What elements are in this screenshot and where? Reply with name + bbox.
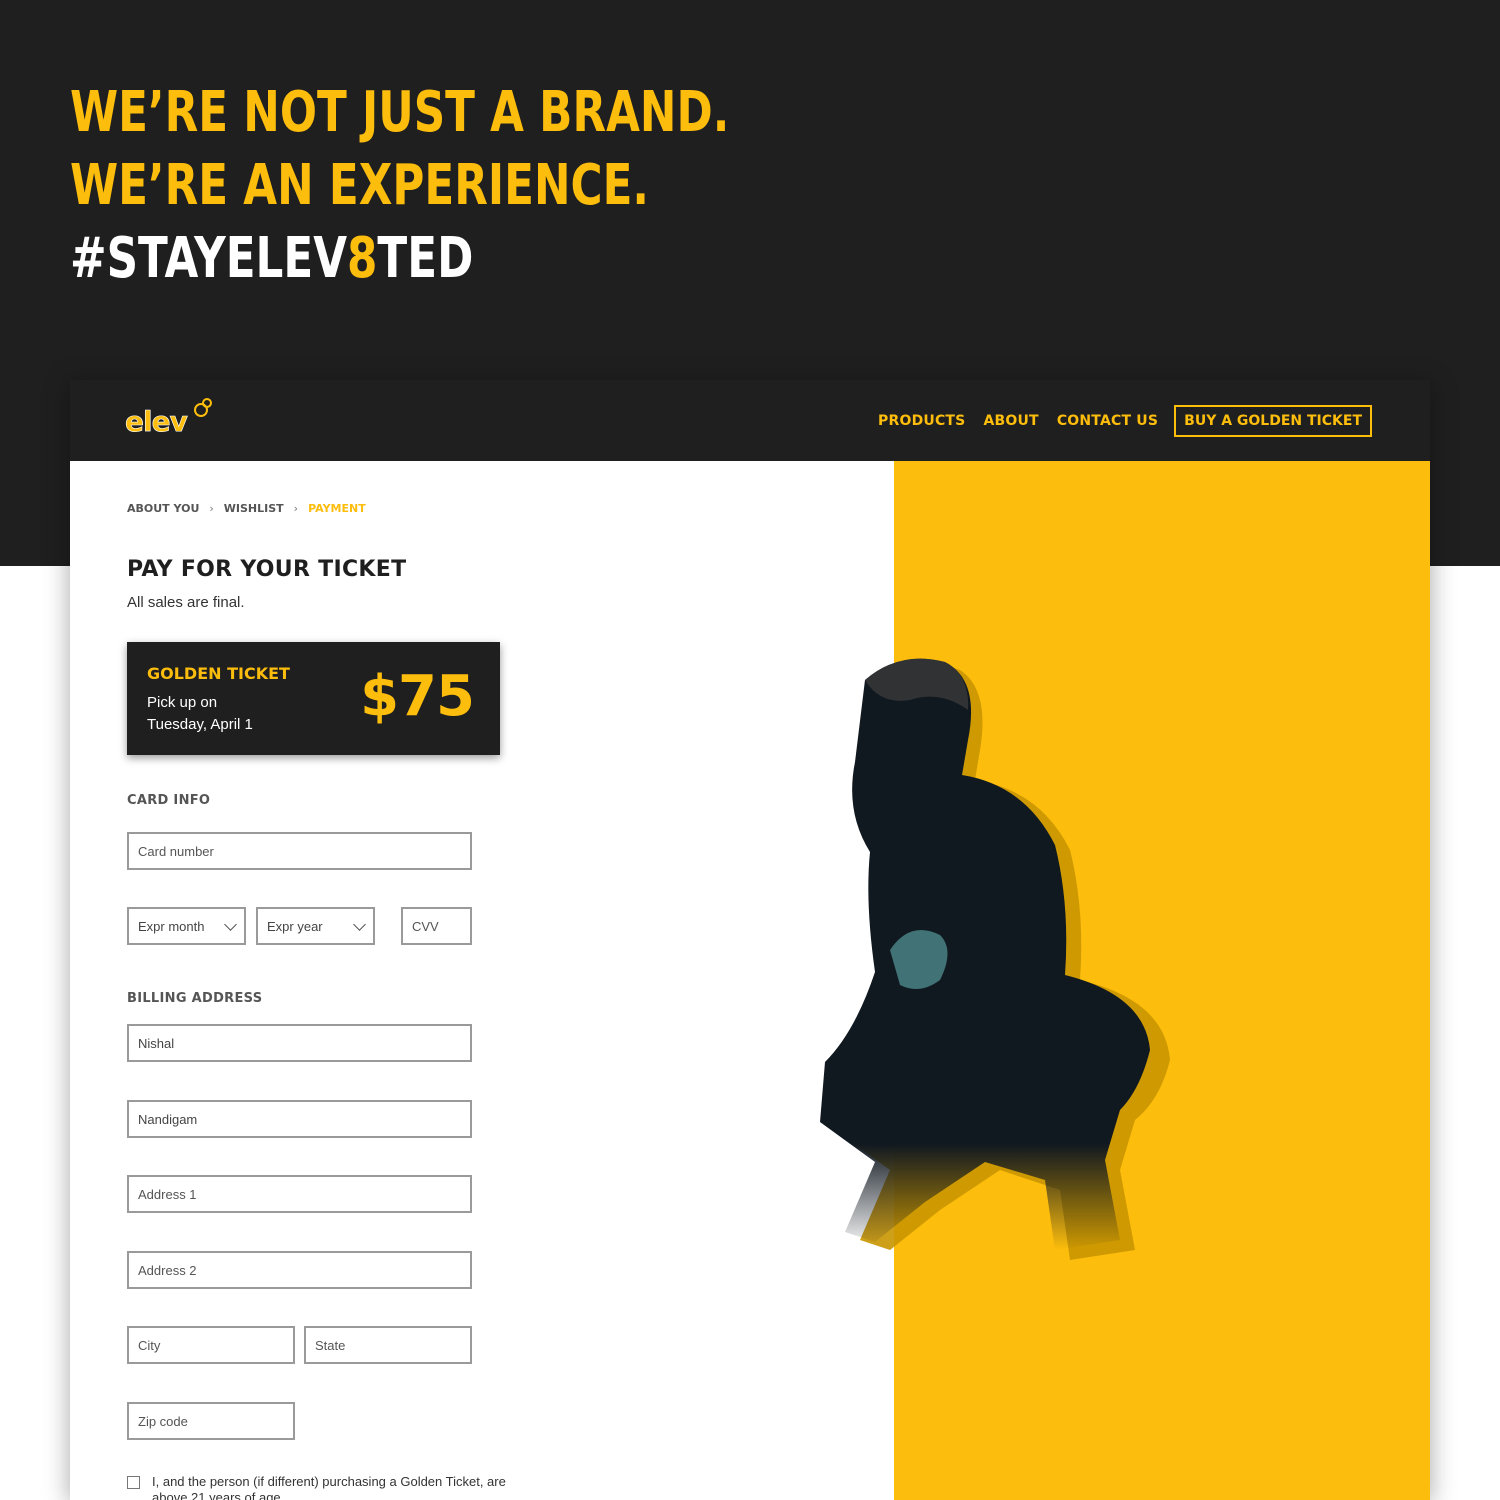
hashtag-suffix: TED: [377, 226, 474, 291]
nav-contact-us[interactable]: CONTACT US: [1057, 413, 1158, 429]
expr-month-value: Expr month: [138, 918, 205, 934]
logo-text: elev: [125, 405, 188, 436]
breadcrumb: ABOUT YOU › WISHLIST › PAYMENT: [127, 502, 366, 515]
hero-line-2: WE’RE AN EXPERIENCE.: [70, 153, 650, 218]
age-agreement: I, and the person (if different) purchas…: [127, 1474, 522, 1500]
last-name-input[interactable]: [127, 1100, 472, 1138]
card-info-label: CARD INFO: [127, 793, 211, 808]
buy-golden-ticket-button[interactable]: BUY A GOLDEN TICKET: [1174, 405, 1372, 437]
hero-line-1: WE’RE NOT JUST A BRAND.: [70, 80, 730, 145]
hero-hashtag: #STAYELEV8TED: [70, 222, 729, 295]
nav-links: PRODUCTS ABOUT CONTACT US BUY A GOLDEN T…: [860, 405, 1372, 437]
ticket-pickup: Pick up on Tuesday, April 1: [147, 692, 307, 736]
cvv-input[interactable]: [401, 907, 472, 945]
hashtag-prefix: #STAYELEV: [70, 226, 348, 291]
ticket-name: GOLDEN TICKET: [147, 664, 290, 683]
chevron-down-icon: [224, 917, 237, 931]
chevron-down-icon: [353, 917, 366, 931]
zip-code-input[interactable]: [127, 1402, 295, 1440]
page-subtitle: All sales are final.: [127, 594, 245, 611]
chevron-right-icon: ›: [209, 502, 214, 515]
crouching-man-image: [820, 658, 1170, 1260]
address-1-input[interactable]: [127, 1175, 472, 1213]
card-number-input[interactable]: [127, 832, 472, 870]
ticket-summary-card: GOLDEN TICKET Pick up on Tuesday, April …: [127, 642, 500, 755]
expr-year-value: Expr year: [267, 918, 323, 934]
breadcrumb-payment: PAYMENT: [308, 502, 366, 515]
expr-year-select[interactable]: Expr year: [256, 907, 375, 945]
elev-logo[interactable]: elev: [125, 398, 217, 436]
expr-month-select[interactable]: Expr month: [127, 907, 246, 945]
first-name-input[interactable]: [127, 1024, 472, 1062]
breadcrumb-about-you[interactable]: ABOUT YOU: [127, 502, 199, 515]
chevron-right-icon: ›: [293, 502, 299, 515]
breadcrumb-wishlist[interactable]: WISHLIST: [224, 502, 284, 515]
pickup-line-1: Pick up on: [147, 694, 218, 711]
nav-about[interactable]: ABOUT: [983, 413, 1038, 429]
nav-products[interactable]: PRODUCTS: [878, 413, 965, 429]
billing-address-label: BILLING ADDRESS: [127, 991, 263, 1006]
navbar: elev PRODUCTS ABOUT CONTACT US BUY A GOL…: [70, 380, 1430, 461]
city-input[interactable]: [127, 1326, 295, 1364]
website-mockup: elev PRODUCTS ABOUT CONTACT US BUY A GOL…: [70, 380, 1430, 1500]
state-input[interactable]: [304, 1326, 472, 1364]
page-title: PAY FOR YOUR TICKET: [127, 557, 407, 582]
hero-headline: WE’RE NOT JUST A BRAND. WE’RE AN EXPERIE…: [70, 76, 729, 295]
age-agreement-checkbox[interactable]: [127, 1476, 140, 1489]
age-agreement-text: I, and the person (if different) purchas…: [152, 1474, 506, 1500]
hashtag-accent: 8: [347, 226, 378, 291]
ticket-price: $75: [360, 664, 475, 729]
address-2-input[interactable]: [127, 1251, 472, 1289]
pickup-line-2: Tuesday, April 1: [147, 716, 253, 733]
